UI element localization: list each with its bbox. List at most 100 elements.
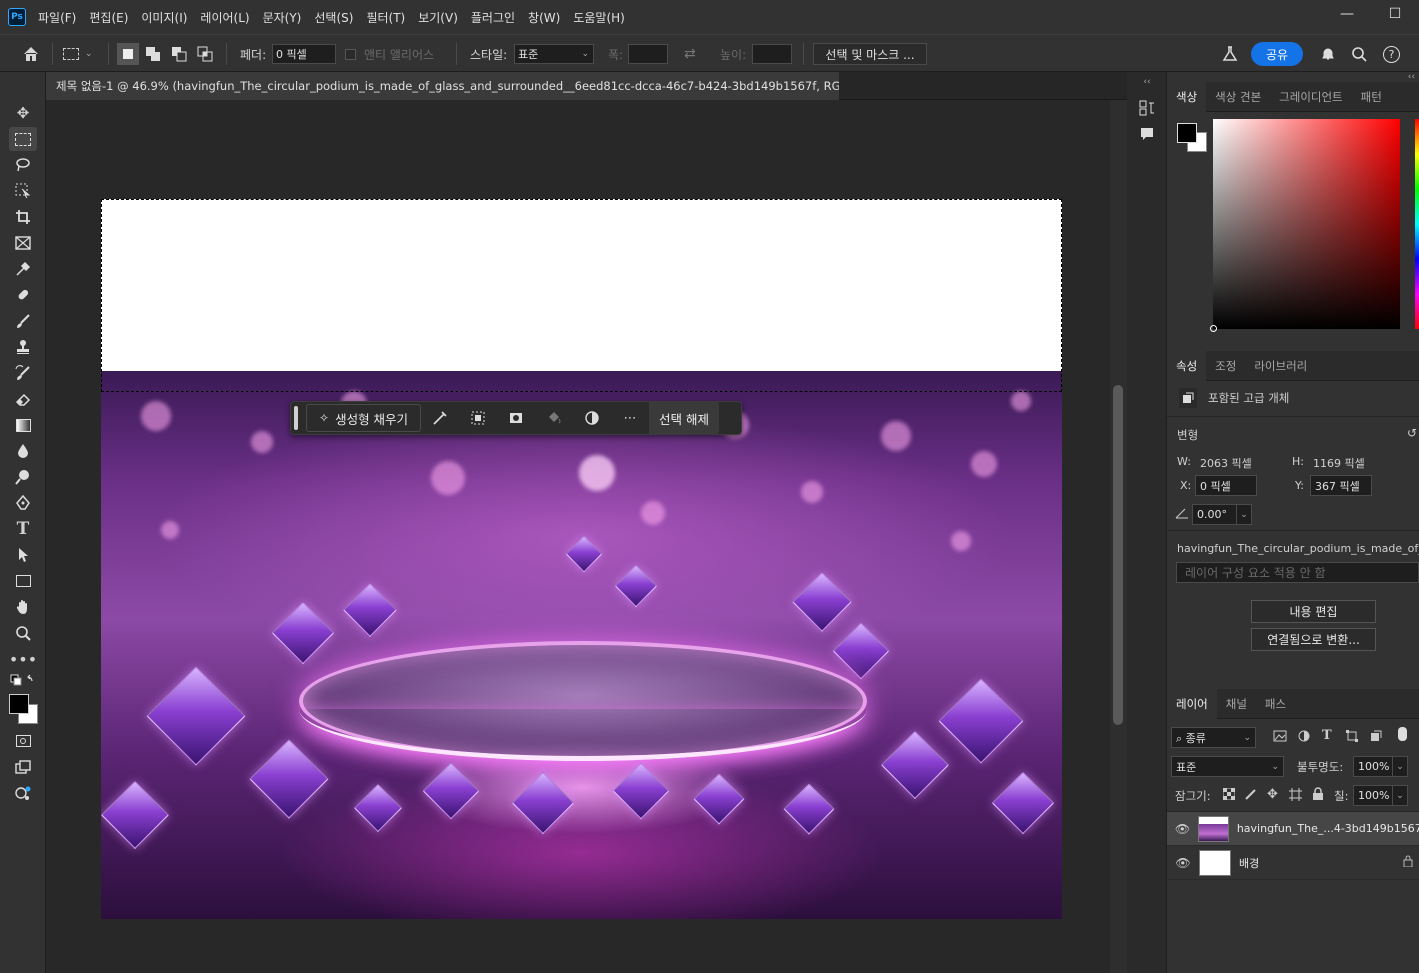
object-selection-tool-icon[interactable]: [9, 179, 37, 203]
history-brush-tool-icon[interactable]: [9, 361, 37, 385]
antialias-checkbox[interactable]: [345, 48, 356, 60]
dodge-tool-icon[interactable]: [9, 465, 37, 489]
filter-type-icon[interactable]: T: [1322, 728, 1332, 743]
filter-smart-object-icon[interactable]: [1370, 730, 1382, 745]
eyedropper-tool-icon[interactable]: [9, 257, 37, 281]
deselect-button[interactable]: 선택 해제: [649, 401, 720, 435]
menu-file[interactable]: 파일(F): [38, 9, 76, 26]
layer-row[interactable]: 👁 배경: [1167, 846, 1419, 880]
move-tool-icon[interactable]: ✥: [9, 101, 37, 125]
tab-color[interactable]: 색상: [1167, 82, 1207, 112]
lock-position-icon[interactable]: ✥: [1267, 787, 1278, 802]
filter-pixel-icon[interactable]: [1273, 730, 1287, 745]
quick-mask-icon[interactable]: [9, 729, 37, 753]
bell-icon[interactable]: [1320, 35, 1336, 73]
layer-row[interactable]: 👁 havingfun_The_...4-3bd149b1567f: [1167, 812, 1419, 846]
marquee-tool-icon[interactable]: [9, 127, 37, 151]
fill-dropdown[interactable]: ⌄: [1392, 785, 1408, 806]
x-input[interactable]: 0 픽셀: [1195, 475, 1257, 496]
color-picker-cursor[interactable]: [1210, 325, 1217, 332]
style-select[interactable]: 표준 ⌄: [514, 44, 594, 64]
menu-layer[interactable]: 레이어(L): [200, 9, 249, 26]
share-button[interactable]: 공유: [1251, 42, 1303, 66]
menu-image[interactable]: 이미지(I): [141, 9, 187, 26]
collapse-dock-icon[interactable]: ‹‹: [1137, 72, 1157, 92]
visibility-eye-icon[interactable]: 👁: [1167, 822, 1198, 836]
collapse-panels-icon[interactable]: ‹‹: [1408, 72, 1415, 82]
visibility-eye-icon[interactable]: 👁: [1167, 856, 1199, 870]
tab-paths[interactable]: 패스: [1256, 689, 1295, 719]
minimize-button[interactable]: —: [1323, 0, 1371, 28]
tab-properties[interactable]: 속성: [1167, 351, 1207, 381]
healing-brush-tool-icon[interactable]: [9, 283, 37, 307]
fill-selection-icon[interactable]: [535, 404, 573, 432]
vertical-scrollbar[interactable]: [1110, 100, 1127, 973]
brush-tool-icon[interactable]: [9, 309, 37, 333]
menu-edit[interactable]: 편집(E): [89, 9, 128, 26]
comments-panel-icon[interactable]: [1137, 124, 1157, 144]
type-tool-icon[interactable]: T: [9, 517, 37, 541]
layer-lock-icon[interactable]: [1403, 855, 1417, 870]
menu-help[interactable]: 도움말(H): [573, 9, 625, 26]
tab-swatches[interactable]: 색상 견본: [1206, 82, 1270, 112]
opacity-input[interactable]: 100%: [1353, 756, 1393, 777]
adjustment-layer-icon[interactable]: [573, 404, 611, 432]
opacity-dropdown[interactable]: ⌄: [1392, 756, 1408, 777]
search-icon[interactable]: [1351, 35, 1367, 73]
blur-tool-icon[interactable]: [9, 439, 37, 463]
menu-type[interactable]: 문자(Y): [263, 9, 302, 26]
color-foreground-swatch[interactable]: [1177, 123, 1197, 143]
lock-pixels-icon[interactable]: [1245, 788, 1257, 803]
edit-contents-button[interactable]: 내용 편집: [1251, 600, 1376, 623]
layer-name[interactable]: 배경: [1239, 855, 1403, 871]
foreground-color-swatch[interactable]: [9, 694, 29, 714]
frame-tool-icon[interactable]: [9, 231, 37, 255]
layer-filter-select[interactable]: ⌕ 종류 ⌄: [1171, 727, 1256, 748]
height-input[interactable]: [752, 44, 792, 64]
modify-selection-icon[interactable]: [421, 404, 459, 432]
menu-filter[interactable]: 필터(T): [366, 9, 405, 26]
filter-shape-icon[interactable]: [1346, 730, 1358, 745]
pen-tool-icon[interactable]: [9, 491, 37, 515]
crop-tool-icon[interactable]: [9, 205, 37, 229]
more-tools-icon[interactable]: •••: [9, 647, 37, 671]
width-input[interactable]: [628, 44, 668, 64]
history-panel-icon[interactable]: [1137, 98, 1157, 118]
zoom-tool-icon[interactable]: [9, 621, 37, 645]
fill-input[interactable]: 100%: [1353, 785, 1393, 806]
task-bar-drag-handle[interactable]: [294, 406, 298, 430]
scrollbar-thumb[interactable]: [1113, 385, 1123, 725]
menu-select[interactable]: 선택(S): [314, 9, 353, 26]
hand-tool-icon[interactable]: [9, 595, 37, 619]
filter-toggle[interactable]: [1398, 727, 1407, 741]
layer-comp-select[interactable]: 레이어 구성 요소 적용 안 함: [1176, 562, 1419, 583]
angle-dropdown[interactable]: ⌄: [1236, 504, 1252, 525]
add-selection-icon[interactable]: [145, 35, 161, 73]
layer-name[interactable]: havingfun_The_...4-3bd149b1567f: [1237, 822, 1419, 835]
tab-patterns[interactable]: 패턴: [1352, 82, 1391, 112]
hue-slider[interactable]: [1415, 119, 1419, 329]
flask-icon[interactable]: [1222, 35, 1238, 73]
swap-icon[interactable]: ⇄: [684, 35, 696, 73]
lock-all-icon[interactable]: [1312, 787, 1324, 803]
eraser-tool-icon[interactable]: [9, 387, 37, 411]
subtract-selection-icon[interactable]: [171, 35, 187, 73]
rectangle-tool-icon[interactable]: [9, 569, 37, 593]
lock-artboard-icon[interactable]: [1289, 788, 1302, 804]
blend-mode-select[interactable]: 표준 ⌄: [1171, 756, 1284, 777]
tab-layers[interactable]: 레이어: [1167, 689, 1217, 719]
intersect-selection-icon[interactable]: [197, 35, 213, 73]
menu-window[interactable]: 창(W): [528, 9, 560, 26]
invert-selection-icon[interactable]: [459, 404, 497, 432]
feather-input[interactable]: 0 픽셀: [272, 44, 336, 64]
screen-mode-icon[interactable]: [9, 755, 37, 779]
y-input[interactable]: 367 픽셀: [1310, 475, 1372, 496]
more-options-icon[interactable]: ⋯: [611, 404, 649, 432]
angle-input[interactable]: 0.00°: [1192, 504, 1237, 525]
clone-stamp-tool-icon[interactable]: [9, 335, 37, 359]
generative-tools-icon[interactable]: [9, 781, 37, 805]
select-and-mask-button[interactable]: 선택 및 마스크 ...: [813, 43, 927, 65]
help-icon[interactable]: ?: [1383, 35, 1400, 73]
tab-libraries[interactable]: 라이브러리: [1245, 351, 1316, 381]
marquee-preset-icon[interactable]: ⌄: [63, 35, 93, 73]
